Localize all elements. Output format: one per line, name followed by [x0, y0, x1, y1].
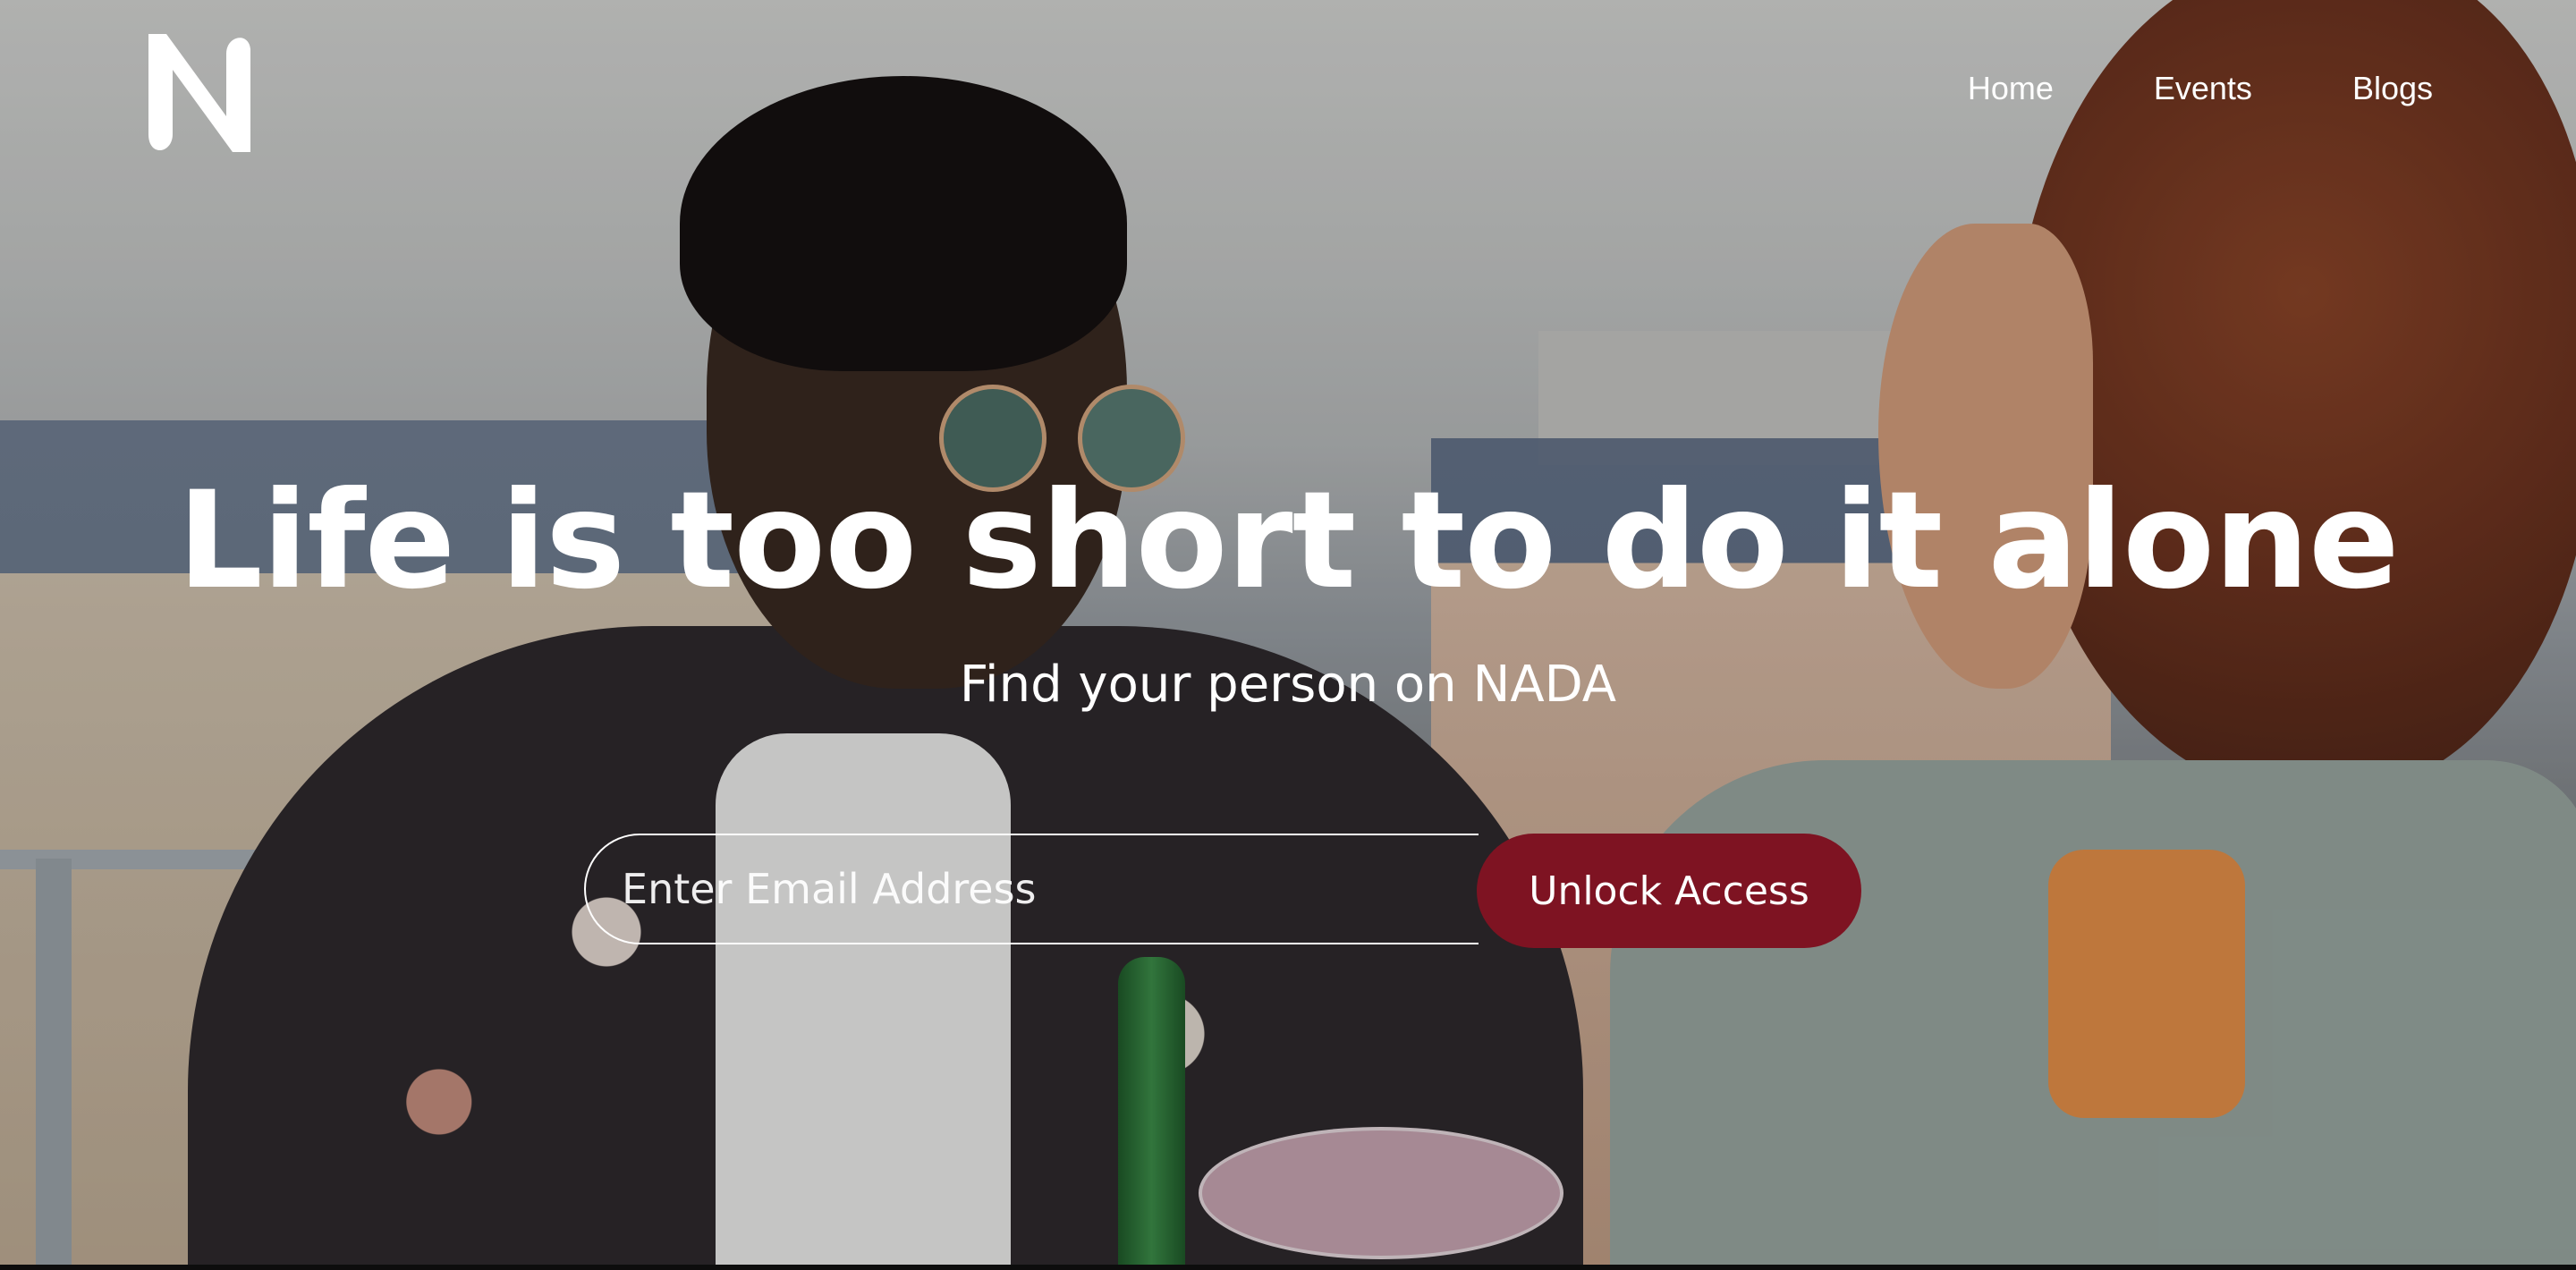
email-signup-form: Unlock Access: [584, 834, 1863, 948]
logo-n-icon: [148, 34, 250, 152]
nav-events-link[interactable]: Events: [2154, 70, 2252, 107]
hero-section: Home Events Blogs Life is too short to d…: [0, 0, 2576, 1270]
page-bottom-border: [0, 1265, 2576, 1270]
nada-logo-icon[interactable]: [141, 27, 258, 161]
hero-subheadline: Find your person on NADA: [959, 656, 1617, 714]
top-navigation: Home Events Blogs: [1968, 70, 2433, 107]
email-input[interactable]: [584, 834, 1479, 944]
hero-headline: Life is too short to do it alone: [177, 463, 2399, 619]
nav-blogs-link[interactable]: Blogs: [2352, 70, 2433, 107]
unlock-access-button[interactable]: Unlock Access: [1477, 834, 1861, 948]
nav-home-link[interactable]: Home: [1968, 70, 2054, 107]
image-overlay: [0, 0, 2576, 1270]
